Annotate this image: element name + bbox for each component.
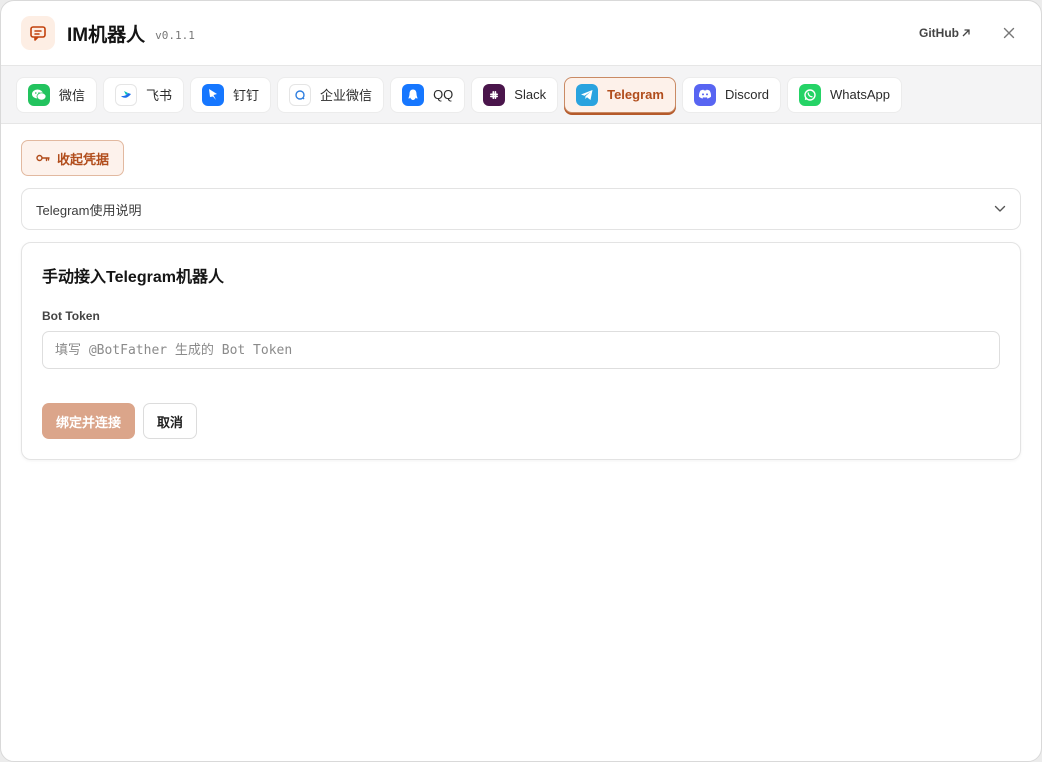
- collapse-credentials-button[interactable]: 收起凭据: [21, 140, 125, 176]
- external-link-icon: [962, 29, 970, 37]
- tab-qq[interactable]: QQ: [390, 76, 466, 113]
- tab-label: 企业微信: [320, 88, 373, 103]
- platform-tabs: 微信 飞书 钉钉 企业微信 QQ Slack Telegram Discord …: [1, 65, 1041, 124]
- discord-icon: [693, 83, 716, 106]
- bot-token-label: Bot Token: [42, 309, 100, 323]
- app-version: v0.1.1: [155, 28, 195, 42]
- card-title: 手动接入Telegram机器人: [42, 269, 224, 286]
- qq-icon: [402, 83, 425, 106]
- app-title: IM机器人: [67, 24, 146, 46]
- wechat-icon: [28, 83, 50, 106]
- tab-label: Discord: [724, 87, 770, 102]
- slack-icon: [483, 83, 506, 106]
- tab-label: 微信: [59, 88, 86, 103]
- tab-whatsapp[interactable]: WhatsApp: [787, 76, 902, 113]
- tab-label: 飞书: [146, 88, 173, 103]
- bot-token-input[interactable]: [42, 331, 1000, 369]
- tab-label: Slack: [514, 87, 547, 102]
- whatsapp-icon: [799, 83, 822, 106]
- tab-slack[interactable]: Slack: [471, 76, 559, 113]
- telegram-guide-accordion[interactable]: Telegram使用说明: [21, 188, 1021, 230]
- guide-title: Telegram使用说明: [36, 202, 142, 218]
- tab-wecom[interactable]: 企业微信: [277, 76, 385, 113]
- tab-discord[interactable]: Discord: [681, 76, 782, 113]
- github-link[interactable]: GitHub: [919, 26, 971, 40]
- github-label: GitHub: [919, 26, 959, 40]
- main-content: 收起凭据 Telegram使用说明 手动接入Telegram机器人 Bot To…: [1, 124, 1041, 476]
- tab-label: QQ: [433, 87, 454, 102]
- tab-dingtalk[interactable]: 钉钉: [190, 76, 272, 113]
- manual-connect-card: 手动接入Telegram机器人 Bot Token 绑定并连接 取消: [21, 242, 1021, 460]
- telegram-icon: [576, 83, 599, 106]
- tab-label: 钉钉: [233, 88, 260, 103]
- tab-wechat[interactable]: 微信: [16, 76, 98, 113]
- wecom-icon: [289, 83, 312, 106]
- app-window: IM机器人 v0.1.1 GitHub 微信 飞书 钉钉 企业微信 QQ Sla…: [0, 0, 1042, 762]
- close-button[interactable]: [999, 23, 1019, 43]
- dingtalk-icon: [202, 83, 225, 106]
- tab-telegram[interactable]: Telegram: [564, 76, 676, 113]
- feishu-icon: [115, 83, 138, 106]
- collapse-credentials-label: 收起凭据: [57, 151, 110, 167]
- close-icon: [1003, 27, 1015, 39]
- key-icon: [36, 154, 50, 162]
- chevron-down-icon: [994, 205, 1006, 212]
- card-actions: 绑定并连接 取消: [42, 403, 1000, 439]
- header: IM机器人 v0.1.1 GitHub: [1, 1, 1041, 65]
- cancel-button[interactable]: 取消: [143, 403, 198, 439]
- tab-label: WhatsApp: [830, 87, 890, 102]
- tab-feishu[interactable]: 飞书: [103, 76, 185, 113]
- bind-connect-button[interactable]: 绑定并连接: [42, 403, 136, 439]
- tab-label: Telegram: [607, 87, 664, 102]
- chat-bubble-icon: [21, 16, 55, 50]
